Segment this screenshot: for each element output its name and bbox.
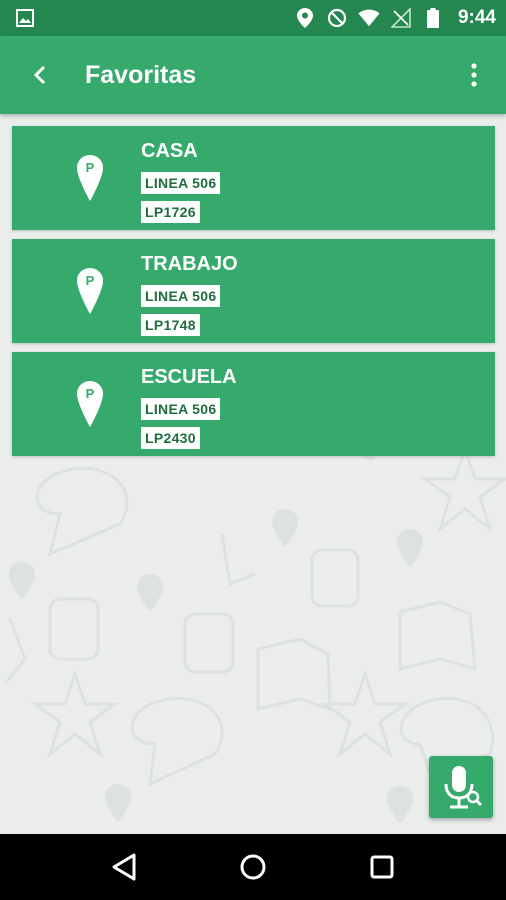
favorite-name: CASA: [141, 140, 198, 162]
stop-code-badge: LP1726: [141, 201, 200, 223]
location-icon: [294, 7, 316, 29]
do-not-disturb-icon: [326, 7, 348, 29]
favorite-card[interactable]: P TRABAJO LINEA 506 LP1748: [12, 239, 495, 343]
nav-back-button[interactable]: [99, 842, 149, 892]
wifi-icon: [358, 7, 380, 29]
voice-search-icon: [444, 766, 483, 809]
svg-text:P: P: [86, 160, 95, 175]
back-button[interactable]: [10, 45, 70, 105]
no-signal-icon: [390, 7, 412, 29]
parking-pin-icon: P: [77, 155, 103, 201]
favorites-list: P CASA LINEA 506 LP1726 P TRABAJO LINEA …: [12, 126, 495, 465]
overflow-menu-button[interactable]: [454, 50, 494, 100]
back-triangle-icon: [112, 853, 136, 881]
voice-search-button[interactable]: [429, 756, 493, 818]
favorite-card[interactable]: P CASA LINEA 506 LP1726: [12, 126, 495, 230]
nav-recents-button[interactable]: [357, 842, 407, 892]
svg-text:P: P: [86, 273, 95, 288]
bus-line-badge: LINEA 506: [141, 398, 221, 420]
status-bar: 9:44: [0, 0, 506, 36]
nav-home-button[interactable]: [228, 842, 278, 892]
page-title: Favoritas: [85, 60, 197, 89]
bus-line-badge: LINEA 506: [141, 285, 221, 307]
image-icon: [14, 7, 36, 29]
app-bar: Favoritas: [0, 36, 506, 114]
bus-line-badge: LINEA 506: [141, 172, 221, 194]
recents-square-icon: [370, 855, 394, 879]
status-time: 9:44: [457, 7, 496, 28]
battery-icon: [422, 7, 444, 29]
parking-pin-icon: P: [77, 381, 103, 427]
favorite-name: TRABAJO: [141, 253, 238, 275]
favorite-name: ESCUELA: [141, 366, 237, 388]
status-icons: 9:44: [294, 7, 496, 29]
more-vert-icon: [471, 63, 477, 87]
favorite-card[interactable]: P ESCUELA LINEA 506 LP2430: [12, 352, 495, 456]
home-circle-icon: [240, 854, 266, 880]
navigation-bar: [0, 834, 506, 900]
parking-pin-icon: P: [77, 268, 103, 314]
stop-code-badge: LP1748: [141, 314, 200, 336]
stop-code-badge: LP2430: [141, 427, 200, 449]
chevron-left-icon: [33, 65, 46, 85]
svg-text:P: P: [86, 386, 95, 401]
